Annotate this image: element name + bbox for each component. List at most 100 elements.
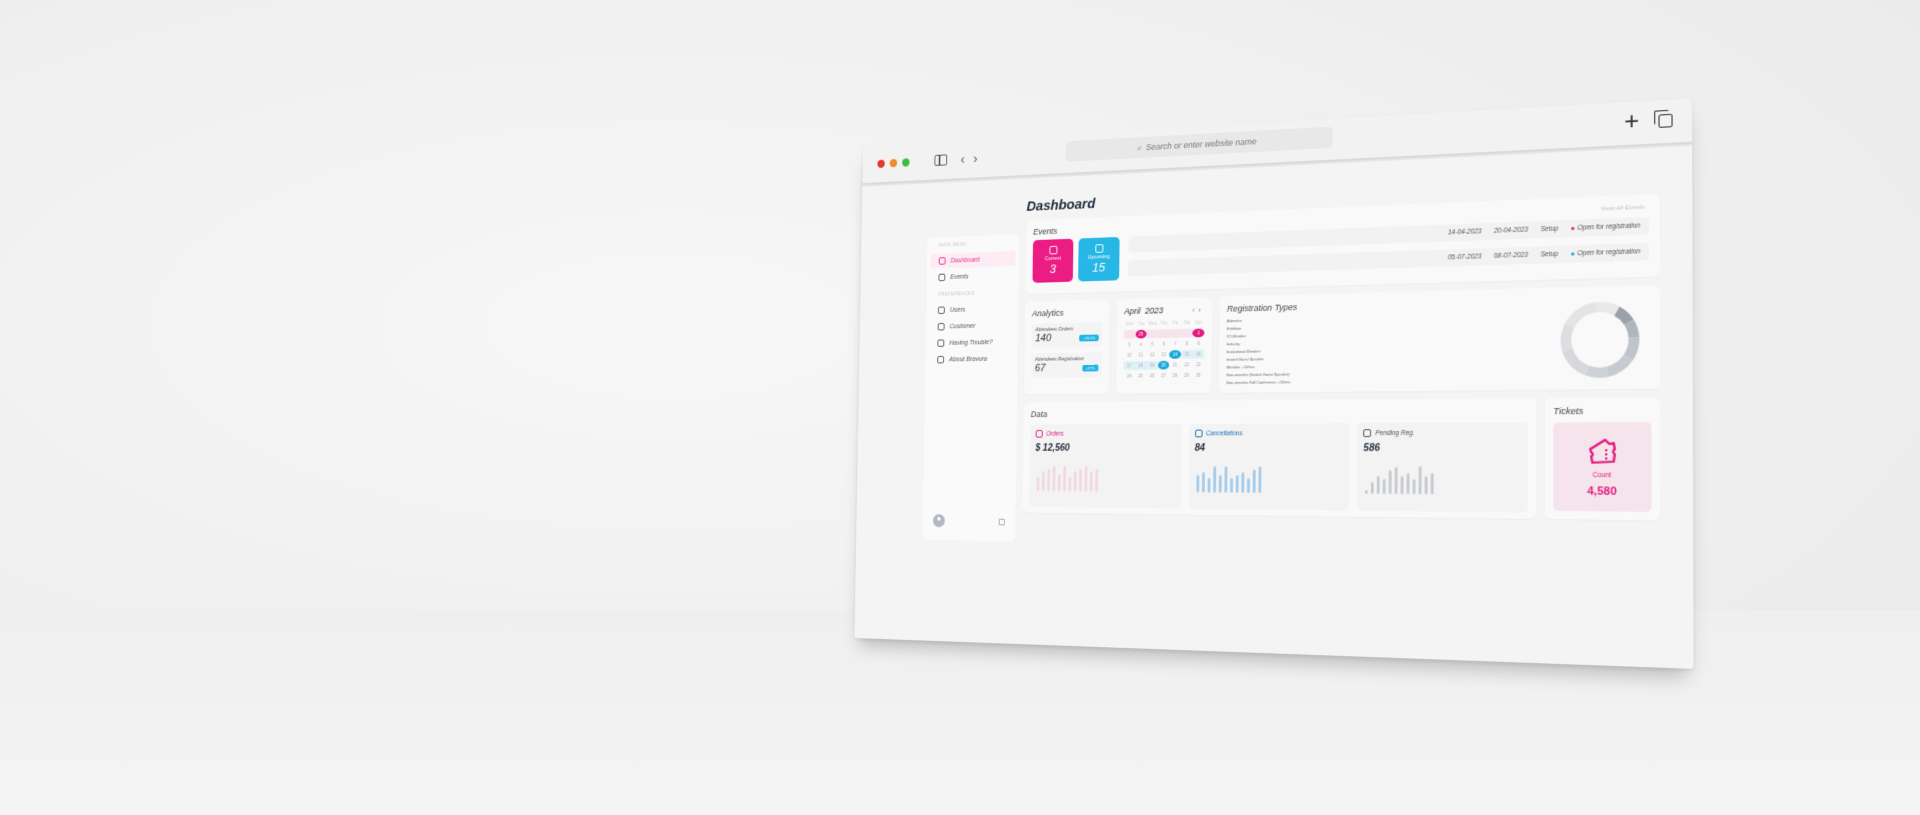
tickets-card: Tickets Count 4,580 — [1544, 397, 1661, 521]
calendar-day[interactable]: 29 — [1181, 371, 1193, 380]
donut-slice[interactable] — [1628, 338, 1634, 358]
sparkline-bar — [1229, 478, 1233, 493]
sparkline-bar — [1418, 465, 1423, 495]
calendar-day[interactable]: 10 — [1124, 351, 1135, 360]
calendar-day[interactable]: 15 — [1180, 349, 1193, 359]
calendar-day[interactable]: 29 — [1135, 329, 1147, 339]
donut-slice[interactable] — [1617, 311, 1629, 323]
tickets-count-value: 4,580 — [1587, 484, 1617, 498]
sparkline-bar — [1047, 468, 1051, 492]
sparkline-bar — [1073, 471, 1077, 492]
calendar-day[interactable]: 21 — [1169, 361, 1181, 370]
donut-slice[interactable] — [1566, 326, 1570, 350]
data-card-header: Orders — [1035, 430, 1177, 438]
user-avatar[interactable] — [932, 514, 945, 528]
tickets-count-tile[interactable]: Count 4,580 — [1553, 422, 1652, 512]
calendar-day — [1146, 329, 1159, 339]
sparkline-bar — [1036, 476, 1040, 492]
calendar-day[interactable]: 14 — [1169, 350, 1181, 359]
calendar-day[interactable]: 11 — [1135, 351, 1147, 360]
sparkline-chart — [1035, 463, 1176, 492]
sidebar-item-having-trouble[interactable]: Having Trouble? — [929, 334, 1014, 350]
calendar-day[interactable]: 25 — [1135, 372, 1147, 381]
status-dot-icon — [1570, 226, 1575, 230]
sidebar-toggle-icon[interactable] — [934, 154, 948, 166]
event-tile-current[interactable]: Current 3 — [1032, 238, 1074, 283]
event-tile-count: 3 — [1049, 261, 1057, 276]
calendar-day[interactable]: 5 — [1147, 340, 1159, 349]
sparkline-bar — [1079, 468, 1083, 492]
back-icon[interactable]: ‹ — [960, 151, 964, 167]
calendar-day[interactable]: 27 — [1158, 371, 1170, 380]
calendar-day[interactable]: 2 — [1192, 328, 1205, 338]
dashboard-icon — [938, 257, 946, 265]
data-card-label: Pending Reg. — [1375, 429, 1415, 437]
calendar-day[interactable]: 23 — [1192, 360, 1204, 369]
event-status: Open for registration — [1570, 222, 1640, 232]
calendar-day[interactable]: 19 — [1146, 360, 1158, 370]
donut-slice[interactable] — [1567, 350, 1586, 371]
sidebar-item-users[interactable]: Users — [930, 301, 1015, 318]
weekday-label: Sat — [1183, 320, 1191, 326]
next-month-button[interactable]: › — [1198, 305, 1204, 314]
calendar-day[interactable]: 8 — [1181, 339, 1193, 348]
calendar-day[interactable]: 18 — [1134, 361, 1147, 370]
sparkline-bar — [1382, 478, 1387, 494]
metric-change-badge: +27% — [1082, 364, 1099, 372]
event-tile-upcoming[interactable]: Upcoming 15 — [1078, 236, 1120, 282]
sidebar-item-events[interactable]: Events — [930, 268, 1015, 285]
sparkline-bar — [1258, 466, 1262, 493]
address-bar[interactable]: ⌕ Search or enter website name — [1065, 126, 1333, 162]
weekday-label: Mon — [1125, 321, 1134, 327]
donut-slice[interactable] — [1629, 322, 1634, 338]
sparkline-chart — [1194, 463, 1343, 493]
sidebar-item-customer[interactable]: Customer — [929, 318, 1014, 335]
new-tab-icon[interactable]: + — [1624, 107, 1639, 136]
calendar-day[interactable]: 22 — [1181, 360, 1193, 369]
data-card-value: 84 — [1194, 443, 1206, 454]
calendar-day — [1158, 329, 1170, 339]
forward-icon[interactable]: › — [973, 150, 977, 166]
analytics-metric: Attendees Registration 67 +27% — [1031, 352, 1103, 378]
calendar-day[interactable]: 24 — [1123, 372, 1134, 381]
minimize-window-button[interactable] — [889, 158, 898, 167]
registration-types-donut — [1555, 296, 1644, 384]
sparkline-bar — [1201, 472, 1205, 493]
status-dot-icon — [1570, 252, 1575, 256]
calendar-day[interactable]: 20 — [1157, 360, 1170, 370]
sidebar-item-about-bravura[interactable]: About Bravura — [929, 351, 1014, 367]
data-card-pending-reg[interactable]: Pending Reg. 586 — [1357, 422, 1529, 513]
calendar-day[interactable]: 26 — [1146, 371, 1158, 380]
logout-icon[interactable] — [998, 518, 1005, 525]
calendar-day[interactable]: 6 — [1158, 340, 1170, 349]
data-card-header: Cancellations — [1194, 429, 1344, 438]
sidebar-item-dashboard[interactable]: Dashboard — [930, 251, 1016, 269]
donut-slice[interactable] — [1596, 307, 1617, 312]
donut-slice[interactable] — [1587, 370, 1608, 373]
close-window-button[interactable] — [877, 159, 885, 168]
calendar-day[interactable]: 3 — [1124, 340, 1135, 349]
calendar-day[interactable]: 4 — [1135, 340, 1147, 349]
calendar-icon — [938, 273, 946, 282]
data-card-cancellations[interactable]: Cancellations 84 — [1188, 423, 1350, 511]
browser-window: ‹ › ⌕ Search or enter website name + Mai… — [854, 98, 1694, 669]
event-status: Open for registration — [1570, 248, 1640, 257]
clipboard-icon — [1194, 429, 1203, 438]
calendar-day[interactable]: 13 — [1158, 350, 1170, 359]
tabs-overview-icon[interactable] — [1658, 113, 1673, 128]
calendar-day[interactable]: 30 — [1192, 371, 1204, 380]
calendar-day[interactable]: 28 — [1169, 371, 1181, 380]
calendar-day[interactable]: 12 — [1146, 350, 1158, 359]
data-card-orders[interactable]: Orders $ 12,560 — [1029, 423, 1182, 509]
calendar-day[interactable]: 9 — [1193, 339, 1205, 348]
event-end-date: 08-07-2023 — [1493, 251, 1529, 260]
calendar-day — [1169, 329, 1182, 338]
calendar-day[interactable]: 16 — [1192, 349, 1205, 359]
calendar-day[interactable]: 7 — [1169, 340, 1181, 349]
maximize-window-button[interactable] — [902, 157, 910, 167]
calendar-day — [1123, 329, 1136, 339]
donut-slice[interactable] — [1608, 358, 1629, 372]
donut-slice[interactable] — [1570, 307, 1597, 326]
sparkline-bar — [1252, 469, 1256, 493]
calendar-day[interactable]: 17 — [1123, 361, 1135, 371]
